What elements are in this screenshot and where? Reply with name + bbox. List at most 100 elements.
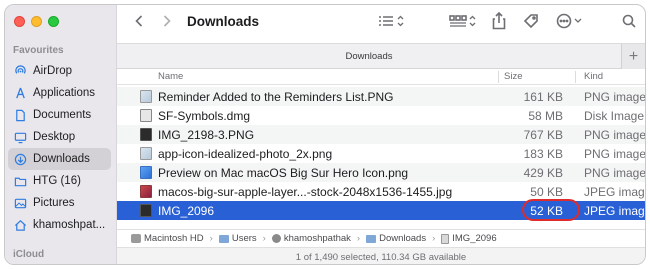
breadcrumb-item[interactable]: Downloads [366, 233, 426, 244]
table-row[interactable]: Preview on Mac macOS Big Sur Hero Icon.p… [117, 163, 645, 182]
sidebar-item-pictures[interactable]: Pictures [8, 192, 111, 214]
grid-icon [449, 14, 479, 33]
sidebar-item-downloads[interactable]: Downloads [8, 148, 111, 170]
file-kind: PNG image [584, 165, 646, 180]
tags-button[interactable] [522, 13, 540, 33]
breadcrumb-label: Macintosh HD [144, 233, 204, 244]
hard-disk-icon [131, 234, 141, 243]
sidebar-item-label: khamoshpat... [33, 219, 106, 231]
sidebar-item-applications[interactable]: Applications [8, 82, 111, 104]
icloud-section-title: iCloud [13, 249, 45, 260]
column-divider[interactable] [575, 71, 576, 83]
file-name: macos-big-sur-apple-layer...-stock-2048x… [158, 184, 453, 199]
tab-bar: Downloads + [117, 43, 645, 69]
download-icon [13, 152, 27, 166]
document-icon [13, 108, 27, 122]
column-header-kind[interactable]: Kind [584, 71, 603, 82]
file-size: 429 KB [523, 165, 563, 180]
search-icon [622, 14, 636, 33]
file-size: 161 KB [523, 89, 563, 104]
table-row-selected[interactable]: IMG_2096 52 KB JPEG image [117, 199, 645, 221]
image-file-icon [140, 147, 152, 160]
breadcrumb-item[interactable]: Macintosh HD [131, 233, 204, 244]
sidebar-item-label: Applications [33, 87, 96, 99]
breadcrumb-label: Users [231, 233, 257, 244]
plus-icon: + [628, 47, 639, 65]
file-name: IMG_2198-3.PNG [158, 127, 255, 142]
file-name: app-icon-idealized-photo_2x.png [158, 146, 333, 161]
search-button[interactable] [621, 13, 637, 33]
file-name: IMG_2096 [158, 203, 215, 218]
forward-button[interactable] [159, 13, 175, 33]
close-button[interactable] [14, 16, 25, 27]
disk-image-icon [140, 109, 152, 122]
sidebar-item-home[interactable]: khamoshpat... [8, 214, 111, 236]
path-bar: Macintosh HD › Users › khamoshpathak › D… [117, 229, 645, 247]
back-button[interactable] [131, 13, 147, 33]
folder-icon [13, 174, 27, 188]
column-divider[interactable] [498, 71, 499, 83]
more-icon [556, 13, 584, 34]
tag-icon [523, 13, 539, 34]
action-button[interactable] [555, 13, 585, 33]
file-icon [441, 233, 450, 244]
chevron-right-icon: › [209, 233, 213, 244]
new-tab-button[interactable]: + [621, 44, 645, 69]
file-size: 58 MB [528, 108, 563, 123]
file-size: 767 KB [523, 127, 563, 142]
window-controls [14, 16, 59, 27]
window-title: Downloads [187, 14, 260, 29]
table-row[interactable]: IMG_2198-3.PNG 767 KB PNG image [117, 125, 645, 144]
pictures-icon [13, 196, 27, 210]
zoom-button[interactable] [48, 16, 59, 27]
sidebar-item-label: HTG (16) [33, 175, 81, 187]
sidebar-item-label: Documents [33, 109, 92, 121]
sidebar-item-label: AirDrop [33, 65, 72, 77]
file-kind: PNG image [584, 146, 646, 161]
breadcrumb-label: Downloads [379, 233, 427, 244]
image-file-icon [140, 128, 152, 141]
column-header-size[interactable]: Size [504, 71, 522, 82]
file-name: SF-Symbols.dmg [158, 108, 251, 123]
jpeg-file-icon [140, 185, 152, 198]
breadcrumb-item[interactable]: Users [218, 233, 257, 244]
size-highlight-circle [522, 199, 580, 221]
file-size: 183 KB [523, 146, 563, 161]
favourites-section-title: Favourites [13, 45, 64, 56]
share-button[interactable] [491, 11, 507, 33]
tab-downloads[interactable]: Downloads [117, 51, 621, 62]
image-file-icon [140, 90, 152, 103]
sidebar: Favourites AirDrop Applications Document… [5, 5, 117, 264]
folder-icon [218, 234, 229, 243]
breadcrumb-label: khamoshpathak [283, 233, 351, 244]
file-kind: PNG image [584, 89, 646, 104]
home-icon [271, 234, 281, 243]
airdrop-icon [13, 64, 27, 78]
file-name: Preview on Mac macOS Big Sur Hero Icon.p… [158, 165, 409, 180]
view-options-button[interactable] [375, 13, 409, 33]
chevron-right-icon [162, 14, 172, 33]
group-button[interactable] [447, 13, 481, 33]
sidebar-item-htg[interactable]: HTG (16) [8, 170, 111, 192]
breadcrumb-item[interactable]: IMG_2096 [441, 233, 497, 244]
chevron-right-icon: › [432, 233, 436, 244]
sidebar-item-label: Desktop [33, 131, 76, 143]
minimize-button[interactable] [31, 16, 42, 27]
chevron-left-icon [134, 14, 144, 33]
file-name: Reminder Added to the Reminders List.PNG [158, 89, 394, 104]
file-kind: PNG image [584, 127, 646, 142]
breadcrumb-label: IMG_2096 [452, 233, 497, 244]
table-row[interactable]: SF-Symbols.dmg 58 MB Disk Image [117, 106, 645, 125]
chevron-right-icon: › [262, 233, 266, 244]
sidebar-item-airdrop[interactable]: AirDrop [8, 60, 111, 82]
image-file-icon [140, 166, 152, 179]
table-row[interactable]: app-icon-idealized-photo_2x.png 183 KB P… [117, 144, 645, 163]
table-row[interactable]: Reminder Added to the Reminders List.PNG… [117, 87, 645, 106]
column-headers: Name Size Kind [117, 69, 645, 85]
status-bar: 1 of 1,490 selected, 110.34 GB available [117, 247, 645, 264]
sidebar-item-documents[interactable]: Documents [8, 104, 111, 126]
chevron-right-icon: › [356, 233, 361, 244]
breadcrumb-item[interactable]: khamoshpathak [271, 233, 351, 244]
sidebar-item-desktop[interactable]: Desktop [8, 126, 111, 148]
column-header-name[interactable]: Name [158, 71, 183, 82]
